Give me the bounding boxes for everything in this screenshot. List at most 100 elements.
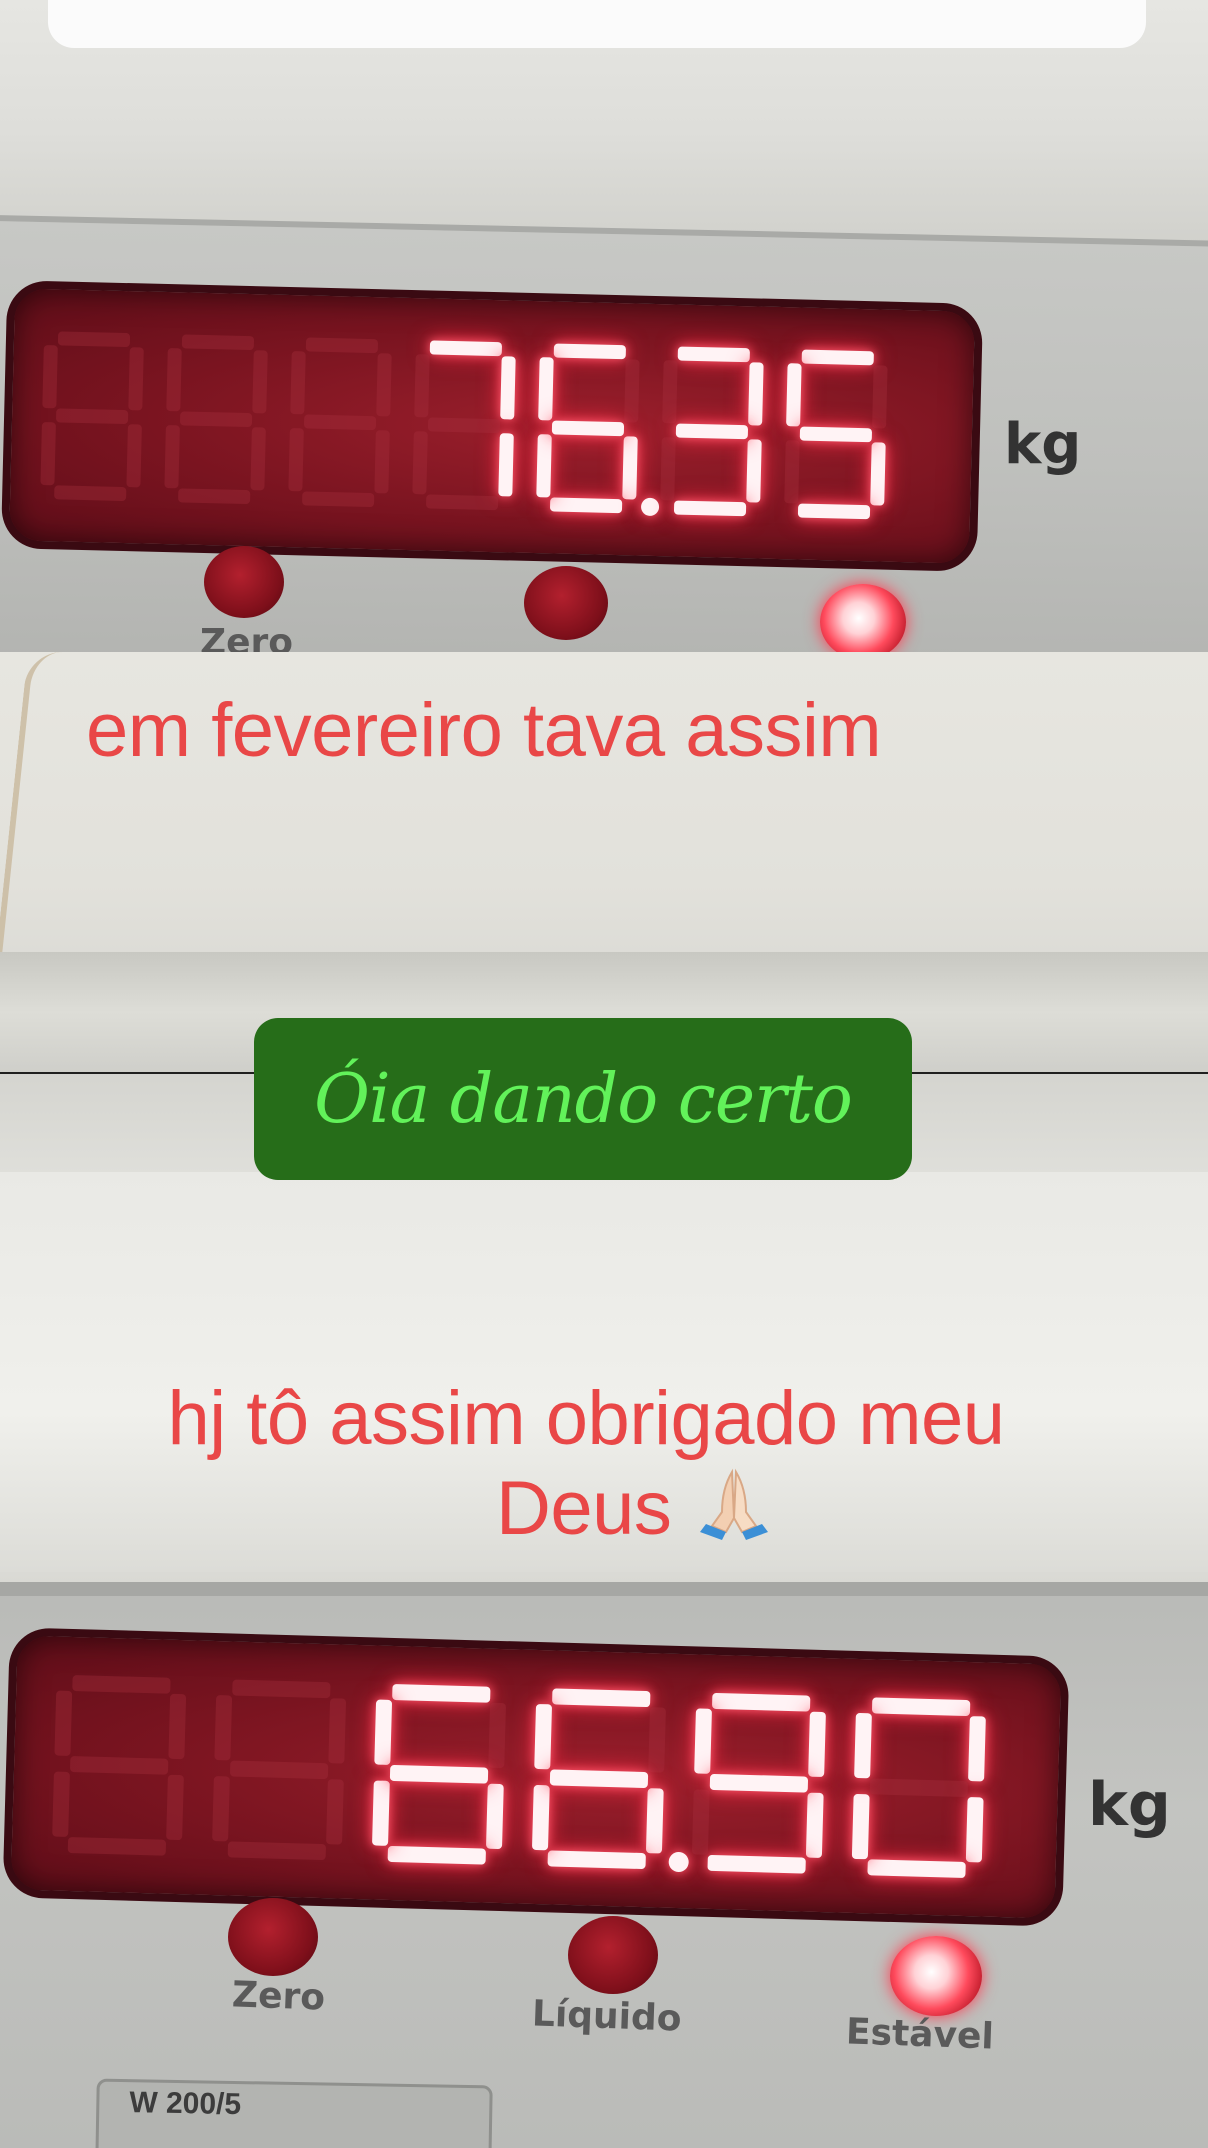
segment-b <box>168 1693 187 1760</box>
led-label-zero: Zero <box>231 1974 326 2019</box>
segment-c <box>374 430 390 494</box>
segment-a <box>181 334 255 351</box>
decimal-point <box>668 1851 689 1873</box>
segment-digit <box>212 1679 347 1861</box>
segment-b <box>748 362 764 426</box>
caption-now-line2: Deus <box>495 1465 672 1551</box>
segment-g <box>229 1760 329 1780</box>
segment-c <box>746 439 762 503</box>
photo-now: kg Zero Líquido Estável W 200/5 <box>0 1582 1208 2148</box>
caption-february: em fevereiro tava assim <box>86 688 882 773</box>
segment-g <box>389 1764 489 1784</box>
segment-c <box>498 433 514 497</box>
scale-panel-edge <box>0 1582 1208 1596</box>
segment-digit <box>40 331 144 502</box>
segment-b <box>128 347 144 411</box>
segment-c <box>805 1792 824 1859</box>
segment-f <box>538 357 554 421</box>
segment-d <box>67 1836 167 1856</box>
segment-c <box>645 1788 664 1854</box>
segment-a <box>711 1692 811 1712</box>
segment-digit <box>372 1683 507 1866</box>
segment-b <box>488 1702 507 1769</box>
segment-a <box>553 343 627 360</box>
segment-e <box>851 1793 870 1860</box>
digits-top <box>39 289 913 562</box>
segment-g <box>675 423 749 440</box>
segment-e <box>691 1789 710 1855</box>
segment-f <box>414 354 430 418</box>
segment-g <box>179 411 253 428</box>
segment-c <box>965 1797 984 1863</box>
segment-g <box>55 408 129 425</box>
segment-c <box>166 1774 184 1841</box>
segment-e <box>412 431 428 495</box>
caption-now-line2-wrap: Deus <box>86 1464 1086 1554</box>
unit-label-top: kg <box>1004 412 1082 477</box>
segment-digit <box>851 1697 986 1879</box>
segment-f <box>662 360 678 424</box>
segment-d <box>227 1841 327 1861</box>
led-stable-top <box>820 584 906 652</box>
digits-bottom <box>51 1637 1018 1918</box>
white-card <box>48 0 1146 48</box>
segment-e <box>531 1784 550 1851</box>
praying-hands-icon <box>692 1468 776 1540</box>
segment-b <box>252 350 268 414</box>
segment-f <box>214 1695 233 1761</box>
led-middle-top <box>524 566 608 640</box>
led-zero <box>228 1898 318 1976</box>
segment-b <box>624 359 640 423</box>
segment-f <box>166 348 182 412</box>
segment-c <box>870 442 886 506</box>
led-label-estavel: Estável <box>845 2011 995 2058</box>
segment-e <box>288 428 304 492</box>
segment-d <box>547 1850 646 1870</box>
led-estavel <box>890 1936 982 2016</box>
segment-e <box>212 1776 230 1842</box>
segment-f <box>694 1708 712 1774</box>
segment-d <box>178 488 251 505</box>
segment-c <box>485 1783 504 1850</box>
badge-text: Óia dando certo <box>314 1059 853 1139</box>
segment-b <box>376 353 392 417</box>
segment-a <box>677 346 750 363</box>
led-zero-top <box>204 546 284 618</box>
segment-f <box>786 363 802 427</box>
segment-d <box>387 1845 486 1865</box>
display-top <box>0 280 984 572</box>
segment-e <box>536 434 552 498</box>
segment-b <box>968 1716 986 1782</box>
segment-e <box>52 1771 70 1837</box>
segment-a <box>57 331 131 348</box>
segment-digit <box>536 343 660 517</box>
segment-a <box>305 337 379 354</box>
caption-now-line1: hj tô assim obrigado meu <box>167 1376 1005 1461</box>
segment-d <box>54 485 127 502</box>
model-tag: W 200/5 <box>95 2078 493 2148</box>
segment-c <box>250 427 266 491</box>
segment-b <box>872 365 888 429</box>
segment-digit <box>164 334 268 505</box>
segment-e <box>372 1780 390 1846</box>
segment-e <box>40 422 56 486</box>
segment-d <box>673 500 747 517</box>
segment-g <box>551 420 625 437</box>
segment-f <box>534 1703 553 1770</box>
segment-digit <box>52 1675 187 1857</box>
segment-c <box>326 1779 344 1845</box>
model-label: W 200/5 <box>129 2086 242 2122</box>
segment-a <box>72 1675 171 1694</box>
segment-g <box>69 1755 169 1775</box>
segment-digit <box>412 340 516 511</box>
segment-g <box>427 417 501 434</box>
segment-f <box>374 1699 393 1765</box>
segment-digit <box>660 346 764 517</box>
segment-g <box>799 426 873 443</box>
segment-b <box>500 356 516 420</box>
segment-d <box>797 503 871 520</box>
segment-f <box>854 1712 872 1779</box>
segment-e <box>164 425 180 489</box>
segment-f <box>290 351 306 415</box>
decimal-point <box>640 497 660 517</box>
